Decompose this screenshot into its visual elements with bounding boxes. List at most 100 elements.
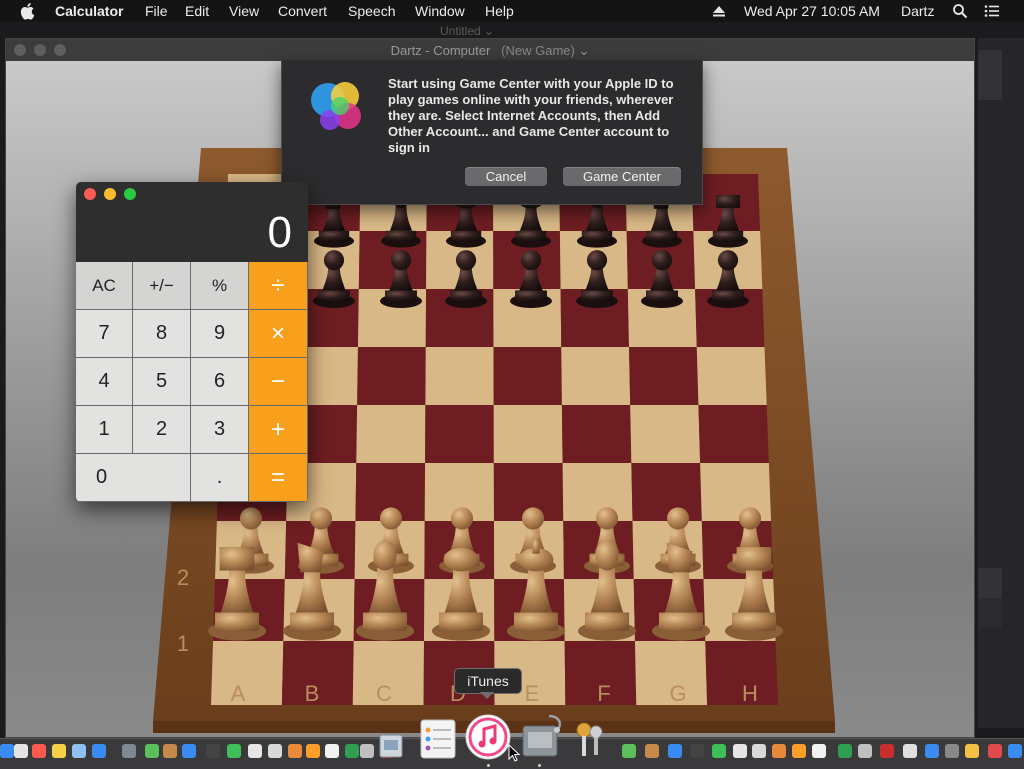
- spotlight-icon[interactable]: [952, 3, 968, 19]
- dock-app-icon[interactable]: [880, 744, 894, 758]
- key-2-button[interactable]: 2: [133, 406, 191, 454]
- keychain-access-app-icon[interactable]: [570, 718, 610, 760]
- dock-app-icon[interactable]: [52, 744, 66, 758]
- reminders-app-icon[interactable]: [419, 718, 457, 760]
- dock-app-icon[interactable]: [345, 744, 359, 758]
- dock-app-icon[interactable]: [32, 744, 46, 758]
- menu-speech[interactable]: Speech: [348, 3, 395, 19]
- equals-button[interactable]: =: [249, 454, 308, 502]
- multiply-button[interactable]: ×: [249, 310, 308, 358]
- close-icon[interactable]: [84, 188, 96, 200]
- ac-button[interactable]: AC: [76, 262, 133, 310]
- dock-app-icon[interactable]: [792, 744, 806, 758]
- menu-file[interactable]: File: [145, 3, 168, 19]
- board-square[interactable]: [630, 405, 701, 463]
- menu-user[interactable]: Dartz: [901, 3, 934, 19]
- apple-icon[interactable]: [20, 2, 36, 20]
- dock-app-icon[interactable]: [645, 744, 659, 758]
- dock-app-icon[interactable]: [1008, 744, 1022, 758]
- chess-titlebar[interactable]: Dartz - Computer (New Game) ⌄: [6, 39, 974, 62]
- board-square[interactable]: [700, 463, 772, 521]
- dock-app-icon[interactable]: [752, 744, 766, 758]
- menu-view[interactable]: View: [229, 3, 259, 19]
- itunes-app-icon[interactable]: [465, 714, 511, 760]
- dock-app-icon[interactable]: [306, 744, 320, 758]
- dock-tooltip: iTunes: [454, 668, 522, 694]
- preview-app-icon[interactable]: [377, 732, 405, 760]
- dock-app-icon[interactable]: [668, 744, 682, 758]
- rank-label: 1: [177, 631, 189, 656]
- dock-app-icon[interactable]: [288, 744, 302, 758]
- board-square[interactable]: [356, 405, 426, 463]
- dock-app-icon[interactable]: [360, 744, 374, 758]
- dock-app-icon[interactable]: [622, 744, 636, 758]
- menu-convert[interactable]: Convert: [278, 3, 327, 19]
- dock-app-icon[interactable]: [72, 744, 86, 758]
- dock-app-icon[interactable]: [925, 744, 939, 758]
- menu-help[interactable]: Help: [485, 3, 514, 19]
- board-square[interactable]: [561, 405, 632, 463]
- dock-app-icon[interactable]: [858, 744, 872, 758]
- dock-app-icon[interactable]: [712, 744, 726, 758]
- key-8-button[interactable]: 8: [133, 310, 191, 358]
- key-1-button[interactable]: 1: [76, 406, 133, 454]
- minus-button[interactable]: −: [249, 358, 308, 406]
- key-4-button[interactable]: 4: [76, 358, 133, 406]
- key-5-button[interactable]: 5: [133, 358, 191, 406]
- dock-app-icon[interactable]: [965, 744, 979, 758]
- dock-app-icon[interactable]: [227, 744, 241, 758]
- key-7-button[interactable]: 7: [76, 310, 133, 358]
- board-square[interactable]: [493, 405, 563, 463]
- dock-app-icon[interactable]: [733, 744, 747, 758]
- decimal-button[interactable]: .: [191, 454, 249, 502]
- disk-utility-app-icon[interactable]: [519, 712, 565, 760]
- board-square[interactable]: [629, 347, 699, 405]
- dock-app-icon[interactable]: [838, 744, 852, 758]
- board-square[interactable]: [698, 405, 769, 463]
- dock-app-icon[interactable]: [0, 744, 14, 758]
- dock-app-icon[interactable]: [268, 744, 282, 758]
- game-center-button[interactable]: Game Center: [563, 167, 681, 186]
- menu-clock[interactable]: Wed Apr 27 10:05 AM: [744, 3, 880, 19]
- divide-button[interactable]: ÷: [249, 262, 308, 310]
- zoom-icon[interactable]: [124, 188, 136, 200]
- key-0-button[interactable]: 0: [76, 454, 191, 502]
- dock-app-icon[interactable]: [163, 744, 177, 758]
- dock-app-icon[interactable]: [182, 744, 196, 758]
- key-6-button[interactable]: 6: [191, 358, 249, 406]
- dock-app-icon[interactable]: [14, 744, 28, 758]
- board-square[interactable]: [211, 641, 284, 705]
- dock-app-icon[interactable]: [772, 744, 786, 758]
- dock-app-icon[interactable]: [690, 744, 704, 758]
- cancel-button[interactable]: Cancel: [465, 167, 547, 186]
- dock-app-icon[interactable]: [248, 744, 262, 758]
- dock-app-icon[interactable]: [122, 744, 136, 758]
- dock-app-icon[interactable]: [145, 744, 159, 758]
- board-square[interactable]: [561, 347, 631, 405]
- key-3-button[interactable]: 3: [191, 406, 249, 454]
- dock-app-icon[interactable]: [206, 744, 220, 758]
- board-square[interactable]: [562, 463, 633, 521]
- board-square[interactable]: [493, 347, 562, 405]
- dock-app-icon[interactable]: [903, 744, 917, 758]
- board-square[interactable]: [425, 405, 494, 463]
- board-square[interactable]: [696, 347, 767, 405]
- dock-app-icon[interactable]: [92, 744, 106, 758]
- menu-edit[interactable]: Edit: [185, 3, 209, 19]
- plus-button[interactable]: +: [249, 406, 308, 454]
- board-square[interactable]: [357, 347, 426, 405]
- notification-center-icon[interactable]: [984, 3, 1000, 19]
- dock-app-icon[interactable]: [812, 744, 826, 758]
- menu-window[interactable]: Window: [415, 3, 465, 19]
- percent-button[interactable]: %: [191, 262, 249, 310]
- menu-app-name[interactable]: Calculator: [55, 3, 123, 19]
- dock-app-icon[interactable]: [945, 744, 959, 758]
- minimize-icon[interactable]: [104, 188, 116, 200]
- dock-app-icon[interactable]: [325, 744, 339, 758]
- dock-app-icon[interactable]: [988, 744, 1002, 758]
- board-square[interactable]: [631, 463, 702, 521]
- sign-toggle-button[interactable]: +/−: [133, 262, 191, 310]
- key-9-button[interactable]: 9: [191, 310, 249, 358]
- board-square[interactable]: [425, 347, 494, 405]
- eject-icon[interactable]: [711, 3, 727, 19]
